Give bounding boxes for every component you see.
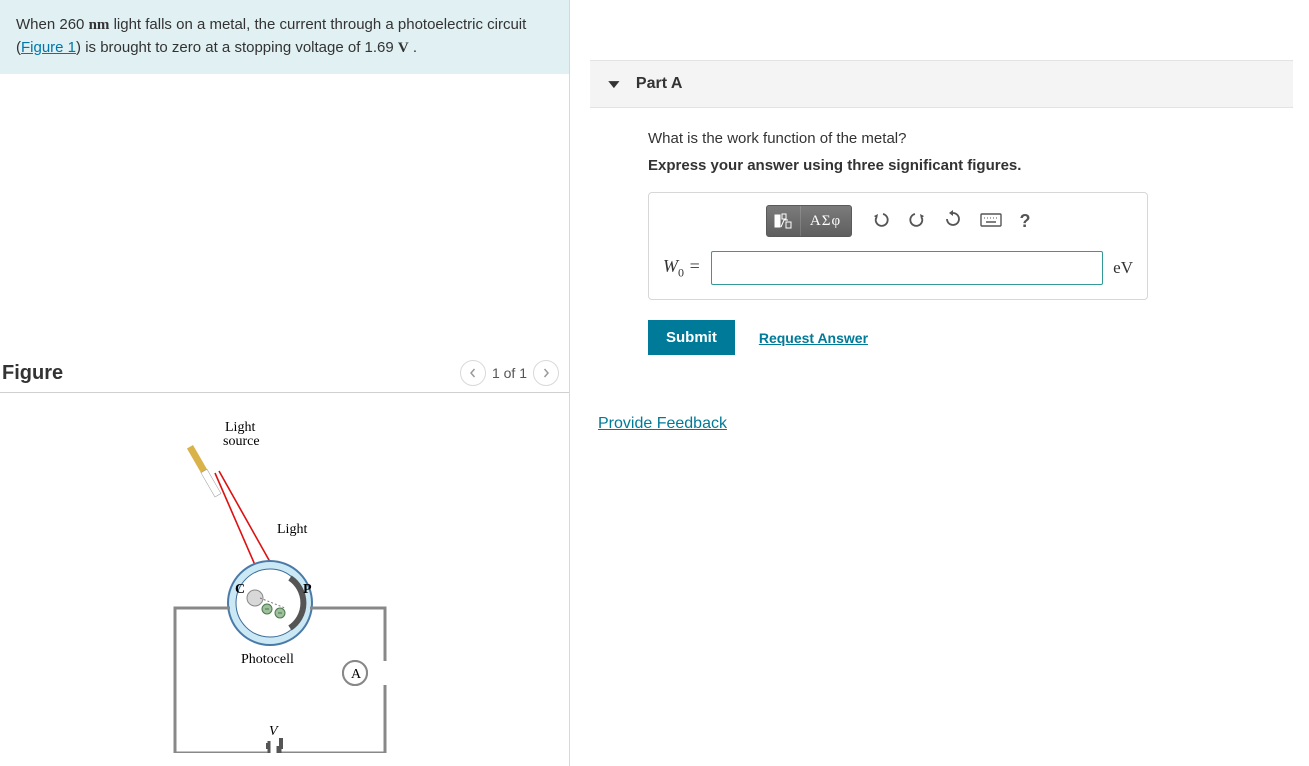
diagram-v-label: V (269, 724, 279, 739)
unit-label: eV (1113, 258, 1133, 278)
help-button[interactable]: ? (1020, 211, 1031, 232)
submit-button[interactable]: Submit (648, 320, 735, 355)
problem-statement: When 260 nm light falls on a metal, the … (0, 0, 569, 74)
figure-block: Figure 1 of 1 Lightsource (0, 360, 569, 753)
chevron-right-icon (541, 368, 551, 378)
answer-box: ΑΣφ (648, 192, 1148, 300)
answer-input[interactable] (711, 251, 1104, 285)
left-panel: When 260 nm light falls on a metal, the … (0, 0, 570, 766)
question-text: What is the work function of the metal? (648, 130, 1293, 147)
figure-pager: 1 of 1 (460, 360, 559, 386)
figure-body[interactable]: Lightsource Light C (0, 393, 569, 753)
voltage-value: 1.69 (365, 39, 394, 56)
submit-row: Submit Request Answer (648, 320, 1293, 355)
problem-text-end: . (409, 39, 417, 56)
wavelength-unit: nm (89, 17, 110, 33)
svg-text:A: A (351, 667, 362, 682)
diagram-plus-label: + (255, 752, 263, 753)
figure-link[interactable]: Figure 1 (21, 39, 76, 56)
answer-toolbar: ΑΣφ (663, 205, 1133, 237)
instruction-text: Express your answer using three signific… (648, 157, 1293, 174)
voltage-unit: V (398, 40, 409, 56)
variable-label: W0 = (663, 256, 701, 281)
diagram-minus-label: − (287, 752, 295, 753)
right-panel: ▼ Part A What is the work function of th… (570, 0, 1309, 766)
wavelength-value: 260 (59, 16, 84, 33)
disclosure-triangle-icon: ▼ (604, 77, 623, 91)
photocell-diagram: Lightsource Light C (135, 413, 435, 753)
redo-icon (908, 210, 926, 228)
figure-page-label: 1 of 1 (492, 365, 527, 381)
diagram-p-label: P (303, 582, 312, 597)
redo-button[interactable] (908, 210, 926, 233)
diagram-light-label: Light (277, 522, 307, 537)
diagram-photocell-label: Photocell (241, 652, 294, 667)
diagram-c-label: C (235, 582, 245, 597)
template-button[interactable] (767, 206, 801, 236)
part-body: What is the work function of the metal? … (590, 108, 1293, 355)
greek-button[interactable]: ΑΣφ (801, 206, 851, 236)
reset-button[interactable] (944, 210, 962, 233)
provide-feedback-link[interactable]: Provide Feedback (598, 415, 727, 433)
template-icon (774, 213, 792, 229)
undo-button[interactable] (872, 210, 890, 233)
toolbar-actions: ? (872, 210, 1031, 233)
reset-icon (944, 210, 962, 228)
part-title: Part A (636, 75, 683, 93)
part-header[interactable]: ▼ Part A (590, 60, 1293, 108)
problem-text-pre: When (16, 16, 59, 33)
chevron-left-icon (468, 368, 478, 378)
figure-title: Figure (2, 362, 63, 385)
diagram-light-source-label: Lightsource (223, 420, 260, 449)
problem-text-mid2: ) is brought to zero at a stopping volta… (76, 39, 365, 56)
figure-prev-button[interactable] (460, 360, 486, 386)
answer-input-row: W0 = eV (663, 251, 1133, 285)
undo-icon (872, 210, 890, 228)
figure-header: Figure 1 of 1 (0, 360, 569, 393)
keyboard-button[interactable] (980, 211, 1002, 232)
format-button-group: ΑΣφ (766, 205, 852, 237)
request-answer-link[interactable]: Request Answer (759, 330, 868, 346)
figure-next-button[interactable] (533, 360, 559, 386)
keyboard-icon (980, 213, 1002, 227)
